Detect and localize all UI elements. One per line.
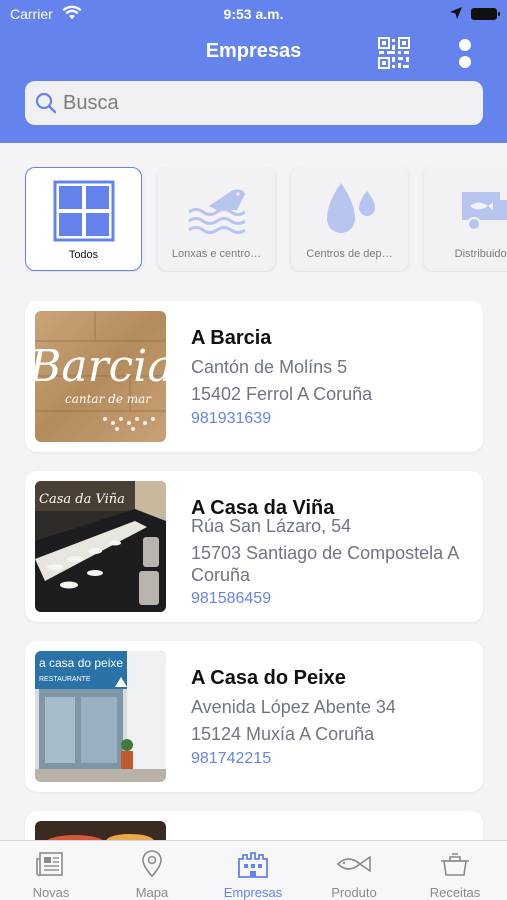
company-phone-link[interactable]: 981931639 — [191, 410, 271, 428]
tab-novas[interactable]: Novas — [1, 849, 101, 900]
status-time: 9:53 a.m. — [223, 6, 284, 22]
company-address-line1: Avenida López Abente 34 — [191, 697, 396, 717]
storefront-photo: a casa do peixe RESTAURANTE — [35, 651, 166, 782]
company-phone-link[interactable]: 981586459 — [191, 590, 271, 608]
delivery-truck-icon — [461, 192, 507, 231]
sign-subtext: RESTAURANTE — [39, 676, 91, 683]
tab-label: Receitas — [429, 885, 481, 900]
category-filter-row[interactable]: Todos Lonxas e centro… Centros de dep… D… — [25, 167, 507, 272]
tab-produto[interactable]: Produto — [304, 849, 404, 900]
sign-text: Casa da Viña — [39, 492, 125, 507]
tab-label: Produto — [331, 885, 377, 900]
battery-icon — [471, 8, 500, 20]
category-label: Lonxas e centro… — [171, 248, 262, 260]
search-input[interactable] — [63, 87, 463, 119]
water-drops-icon — [326, 183, 375, 233]
app-header: Carrier 9:53 a.m. Empresas — [0, 0, 507, 143]
search-icon — [35, 92, 57, 114]
company-card[interactable]: a casa do peixe RESTAURANTE A Casa do Pe… — [25, 641, 483, 792]
grid-icon — [53, 180, 114, 242]
company-name: A Casa do Peixe — [191, 667, 346, 689]
tab-label: Mapa — [135, 885, 169, 900]
company-card[interactable]: Casa da Viña A Casa da Viña Rúa San Láza… — [25, 471, 483, 622]
category-todos[interactable]: Todos — [25, 167, 142, 271]
company-address-line2: 15124 Muxía A Coruña — [191, 724, 375, 744]
tab-label: Novas — [32, 885, 70, 900]
fish-icon — [336, 855, 371, 873]
company-thumbnail: a casa do peixe RESTAURANTE — [35, 651, 166, 782]
bottom-tab-bar: Novas Mapa Empresas Produto Receitas — [0, 840, 507, 900]
company-thumbnail: Barcia cantar de mar — [35, 311, 166, 442]
dining-room-photo: Casa da Viña — [35, 481, 166, 612]
location-arrow-icon — [450, 7, 462, 19]
more-options-icon[interactable] — [452, 36, 478, 72]
map-pin-icon — [142, 850, 162, 878]
page-title: Empresas — [205, 40, 302, 62]
category-lonxas[interactable]: Lonxas e centro… — [158, 167, 275, 271]
category-label: Centros de dep… — [306, 248, 393, 260]
tab-mapa[interactable]: Mapa — [102, 849, 202, 900]
company-name: A Barcia — [191, 327, 272, 349]
tab-receitas[interactable]: Receitas — [405, 849, 505, 900]
fish-market-icon — [187, 189, 246, 234]
company-address-line1: Cantón de Molíns 5 — [191, 357, 348, 377]
newspaper-icon — [36, 852, 63, 877]
category-distribuidor[interactable]: Distribuidor — [424, 167, 507, 271]
category-label: Todos — [68, 249, 99, 261]
company-address-line1: Rúa San Lázaro, 54 — [191, 516, 352, 536]
sign-text: Barcia — [35, 341, 166, 392]
company-address-line2: 15703 Santiago de Compostela A Coruña — [191, 543, 459, 585]
qr-code-icon[interactable] — [378, 37, 410, 69]
tab-label: Empresas — [223, 885, 283, 900]
sign-subtext: cantar de mar — [65, 392, 152, 406]
company-thumbnail: Casa da Viña — [35, 481, 166, 612]
search-bar[interactable] — [25, 81, 483, 125]
sign-text: a casa do peixe — [39, 656, 123, 670]
company-phone-link[interactable]: 981742215 — [191, 750, 271, 768]
tab-empresas[interactable]: Empresas — [203, 849, 303, 900]
cooking-pot-icon — [441, 853, 469, 876]
company-card[interactable]: Barcia cantar de mar A Barcia Cantón de … — [25, 301, 483, 452]
category-label: Distribuidor — [454, 248, 507, 260]
buildings-icon — [238, 852, 268, 878]
company-address-line2: 15402 Ferrol A Coruña — [191, 384, 373, 404]
category-centros[interactable]: Centros de dep… — [291, 167, 408, 271]
status-bar: Carrier 9:53 a.m. — [0, 4, 507, 26]
restaurant-sign-photo: Barcia cantar de mar — [35, 311, 166, 442]
